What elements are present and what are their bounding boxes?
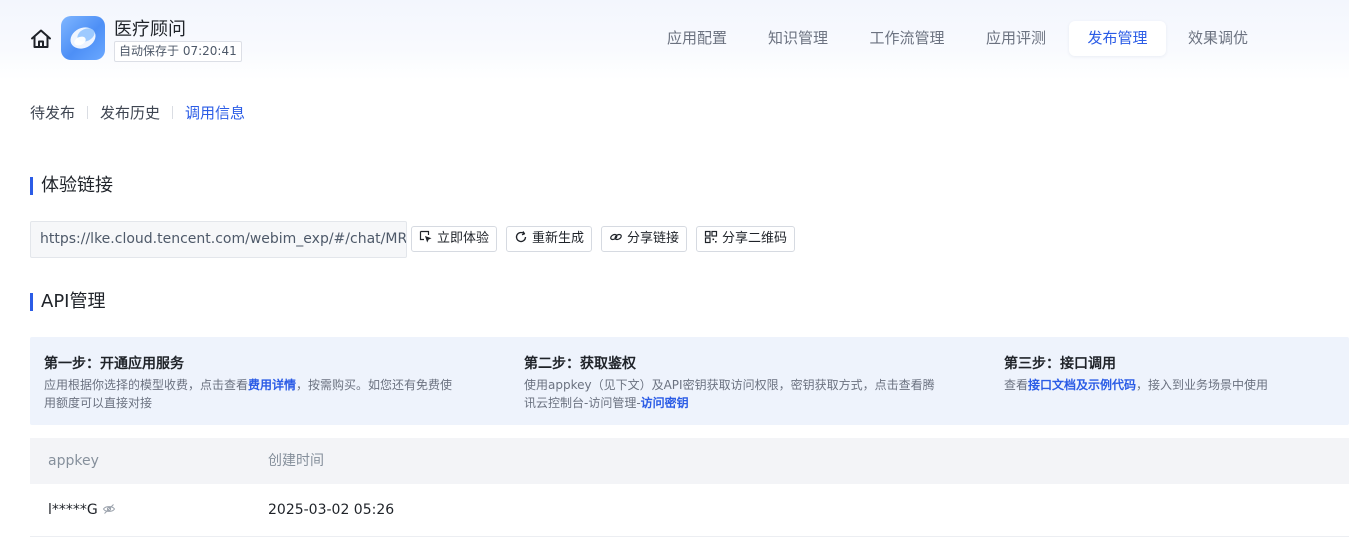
step-one-desc-text: 应用根据你选择的模型收费，点击查看: [44, 378, 249, 392]
eye-hidden-icon[interactable]: [102, 502, 116, 516]
publish-subtabs: 待发布 发布历史 调用信息: [30, 102, 245, 124]
appkey-table-header: appkey 创建时间: [30, 438, 1349, 484]
fee-details-link[interactable]: 费用详情: [248, 378, 296, 392]
share-qrcode-button[interactable]: 分享二维码: [696, 226, 796, 252]
step-one-desc-line2: 用额度可以直接对接: [44, 396, 153, 410]
appkey-value: l*****G: [48, 502, 98, 518]
step-one-desc-text-2: ，按需购买。如您还有免费使: [296, 378, 453, 392]
experience-section-title: 体验链接: [30, 177, 113, 195]
share-link-label: 分享链接: [627, 231, 680, 246]
tab-publish[interactable]: 发布管理: [1069, 21, 1166, 56]
tab-workflow[interactable]: 工作流管理: [860, 21, 954, 56]
step-three-desc-text: 查看: [1004, 378, 1029, 392]
step-two-desc-line1: 使用appkey（见下文）及API密钥获取访问权限，密钥获取方式，点击查看腾: [524, 378, 935, 392]
link-icon: [610, 233, 622, 241]
share-qrcode-label: 分享二维码: [722, 231, 788, 246]
cursor-click-icon: [419, 230, 432, 243]
column-header-appkey: appkey: [48, 453, 99, 469]
experience-url-field[interactable]: https://lke.cloud.tencent.com/webim_exp/…: [30, 221, 407, 258]
tab-tuning[interactable]: 效果调优: [1178, 21, 1258, 56]
share-link-button[interactable]: 分享链接: [601, 226, 688, 252]
step-one-desc: 应用根据你选择的模型收费，点击查看费用详情，按需购买。如您还有免费使 用额度可以…: [44, 376, 504, 412]
subtab-divider: [87, 106, 89, 119]
column-header-created: 创建时间: [268, 453, 324, 469]
app-header: 医疗顾问 自动保存于 07:20:41 应用配置 知识管理 工作流管理 应用评测…: [0, 0, 1349, 80]
tab-knowledge[interactable]: 知识管理: [758, 21, 838, 56]
subtab-call-info[interactable]: 调用信息: [185, 102, 245, 123]
subtab-divider: [172, 106, 174, 119]
subtab-history[interactable]: 发布历史: [100, 102, 160, 123]
step-three-title: 第三步：接口调用: [1004, 356, 1116, 372]
table-row: l*****G 2025-03-02 05:26: [30, 484, 1349, 537]
regenerate-button[interactable]: 重新生成: [506, 226, 593, 252]
qrcode-icon: [704, 230, 718, 244]
step-two-desc-text: 讯云控制台-访问管理-: [524, 396, 641, 410]
created-time-cell: 2025-03-02 05:26: [268, 502, 395, 518]
step-two-desc: 使用appkey（见下文）及API密钥获取访问权限，密钥获取方式，点击查看腾 讯…: [524, 376, 984, 412]
step-two-title: 第二步：获取鉴权: [524, 356, 636, 372]
step-three-desc-text-2: ，接入到业务场景中使用: [1136, 378, 1269, 392]
tab-evaluation[interactable]: 应用评测: [976, 21, 1056, 56]
main-nav: 应用配置 知识管理 工作流管理 应用评测 发布管理 效果调优: [0, 21, 1349, 56]
subtab-pending[interactable]: 待发布: [30, 102, 75, 123]
step-three-desc: 查看接口文档及示例代码，接入到业务场景中使用: [1004, 376, 1334, 394]
api-section-title: API管理: [30, 293, 105, 311]
page: 医疗顾问 自动保存于 07:20:41 应用配置 知识管理 工作流管理 应用评测…: [0, 0, 1349, 537]
api-docs-link[interactable]: 接口文档及示例代码: [1028, 378, 1136, 392]
try-now-label: 立即体验: [437, 231, 490, 246]
regenerate-label: 重新生成: [532, 231, 585, 246]
appkey-cell: l*****G: [48, 484, 116, 537]
access-key-link[interactable]: 访问密钥: [641, 396, 689, 410]
refresh-icon: [515, 231, 527, 243]
step-one-title: 第一步：开通应用服务: [44, 356, 184, 372]
tab-app-config[interactable]: 应用配置: [656, 21, 738, 56]
api-steps-panel: 第一步：开通应用服务 应用根据你选择的模型收费，点击查看费用详情，按需购买。如您…: [30, 337, 1349, 425]
try-now-button[interactable]: 立即体验: [411, 226, 498, 252]
